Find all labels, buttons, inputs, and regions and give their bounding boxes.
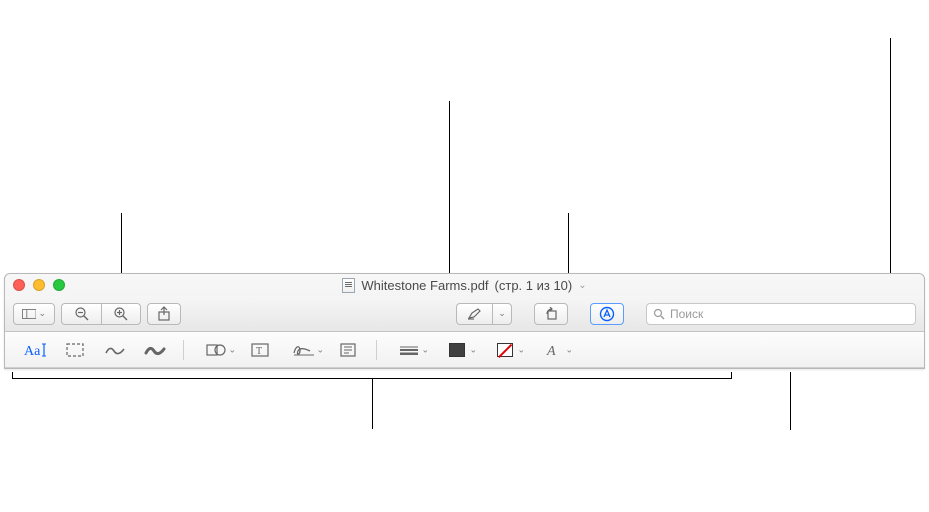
chevron-down-icon: ⌄	[316, 344, 324, 355]
close-button[interactable]	[13, 279, 25, 291]
rectangular-selection-tool[interactable]	[55, 337, 95, 363]
title-filename: Whitestone Farms.pdf	[361, 278, 488, 293]
chevron-down-icon: ⌄	[469, 344, 477, 355]
callout-line	[449, 101, 450, 273]
highlight-segment: ⌄	[456, 303, 512, 325]
window-title: Whitestone Farms.pdf (стр. 1 из 10) ⌄	[5, 278, 924, 293]
zoom-out-button[interactable]	[61, 303, 101, 325]
zoom-in-button[interactable]	[101, 303, 141, 325]
highlight-menu-button[interactable]: ⌄	[492, 303, 512, 325]
separator	[376, 340, 377, 360]
chevron-down-icon: ⌄	[421, 344, 429, 355]
border-color-swatch	[449, 343, 465, 357]
svg-text:T: T	[256, 346, 262, 357]
fill-color-tool[interactable]: ⌄	[481, 337, 529, 363]
fill-color-swatch	[497, 343, 513, 357]
text-tool[interactable]: T	[240, 337, 280, 363]
search-field[interactable]	[646, 303, 916, 325]
minimize-button[interactable]	[33, 279, 45, 291]
rotate-button[interactable]	[534, 303, 568, 325]
highlight-button[interactable]	[456, 303, 492, 325]
chevron-down-icon: ⌄	[565, 344, 573, 355]
search-icon	[653, 308, 665, 320]
document-icon	[342, 278, 355, 293]
zoom-segment	[61, 303, 141, 325]
border-color-tool[interactable]: ⌄	[433, 337, 481, 363]
callout-line	[890, 38, 891, 273]
sketch-tool[interactable]	[95, 337, 135, 363]
sidebar-view-button[interactable]: ⌄	[13, 303, 55, 325]
markup-button[interactable]	[590, 303, 624, 325]
chevron-down-icon: ⌄	[228, 344, 236, 355]
note-tool[interactable]	[328, 337, 368, 363]
svg-text:A: A	[546, 344, 556, 357]
sign-tool[interactable]: ⌄	[280, 337, 328, 363]
zoom-button[interactable]	[53, 279, 65, 291]
callout-line	[568, 213, 569, 273]
share-button[interactable]	[147, 303, 181, 325]
title-dropdown-icon[interactable]: ⌄	[578, 280, 586, 291]
titlebar: Whitestone Farms.pdf (стр. 1 из 10) ⌄	[5, 274, 924, 296]
text-style-tool[interactable]: A ⌄	[529, 337, 577, 363]
shapes-tool[interactable]: ⌄	[192, 337, 240, 363]
search-input[interactable]	[670, 307, 909, 321]
callout-line	[372, 379, 373, 429]
markup-toolbar: Aa ⌄ T ⌄ ⌄	[5, 332, 924, 368]
draw-tool[interactable]	[135, 337, 175, 363]
svg-text:Aa: Aa	[24, 344, 41, 358]
callout-bracket	[72, 327, 172, 334]
callout-line	[121, 213, 122, 273]
preview-window: Whitestone Farms.pdf (стр. 1 из 10) ⌄ ⌄	[4, 273, 925, 369]
separator	[183, 340, 184, 360]
chevron-down-icon: ⌄	[517, 344, 525, 355]
shape-style-tool[interactable]: ⌄	[385, 337, 433, 363]
title-page-info: (стр. 1 из 10)	[495, 278, 573, 293]
callout-bracket	[12, 372, 732, 379]
traffic-lights	[13, 279, 65, 291]
text-selection-tool[interactable]: Aa	[15, 337, 55, 363]
callout-line	[790, 372, 791, 430]
